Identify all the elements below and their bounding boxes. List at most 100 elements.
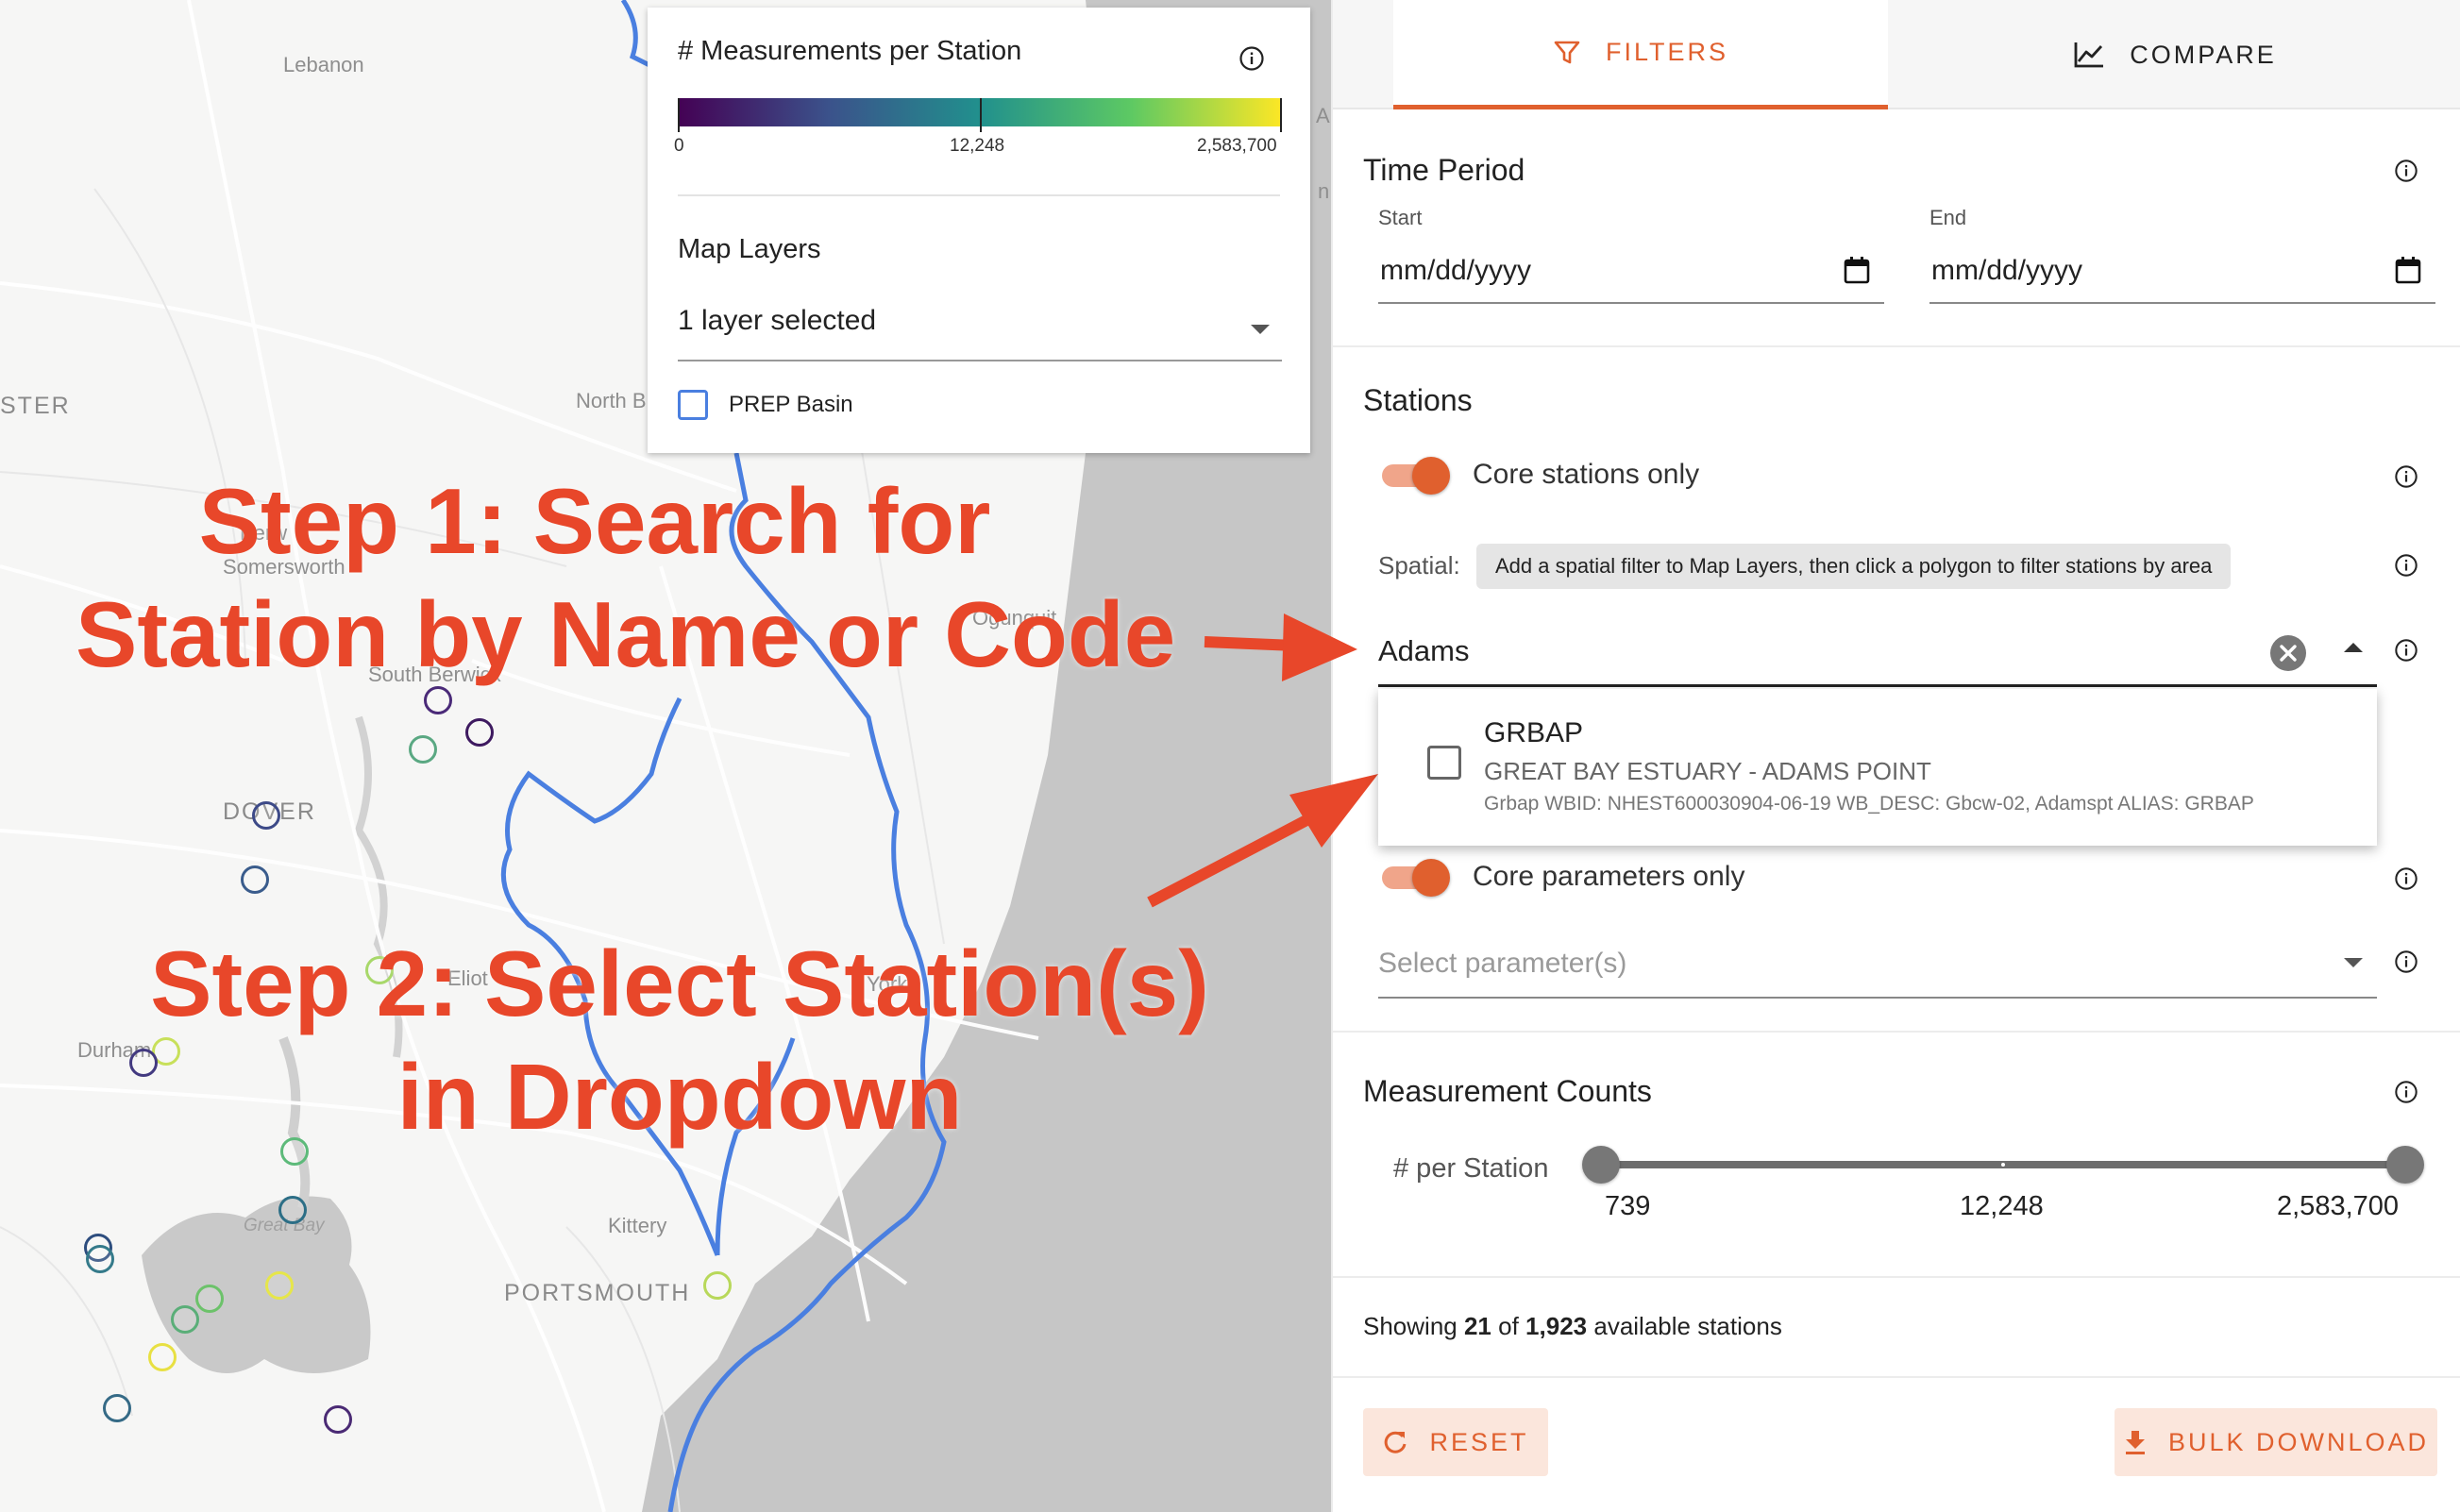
tab-filters-label: FILTERS [1605,38,1728,66]
place-label-north-berwick: North B [576,389,647,412]
station-marker[interactable] [252,801,280,830]
bulk-download-button[interactable]: BULK DOWNLOAD [2115,1408,2437,1476]
summary-prefix: Showing [1363,1312,1457,1340]
place-label-portsmouth: PORTSMOUTH [504,1280,691,1306]
summary-total-count: 1,923 [1525,1312,1588,1340]
station-option-checkbox[interactable] [1427,746,1461,780]
filter-icon [1554,41,1580,63]
info-icon[interactable] [2394,553,2418,578]
time-period-title: Time Period [1363,153,1525,187]
caret-up-icon[interactable] [2343,642,2364,653]
clear-circle-icon[interactable] [2269,634,2307,672]
colorbar-tick [1280,98,1282,132]
step1-line1: Step 1: Search for [198,469,991,573]
station-marker[interactable] [324,1405,352,1434]
info-icon[interactable] [2394,949,2418,974]
start-date-value: mm/dd/yyyy [1380,255,1532,286]
end-date-value: mm/dd/yyyy [1931,255,2083,286]
tab-compare[interactable]: COMPARE [1888,0,2460,109]
map-layers-select[interactable]: 1 layer selected [678,305,1282,361]
station-marker[interactable] [278,1196,307,1224]
colorbar-mid-label: 12,248 [950,136,1005,156]
per-station-label: # per Station [1393,1153,1549,1184]
slider-max-handle[interactable] [2386,1146,2424,1184]
place-label-kittery: Kittery [608,1214,667,1237]
tab-compare-label: COMPARE [2130,40,2277,69]
info-icon[interactable] [2394,638,2418,663]
spatial-label: Spatial: [1378,551,1460,580]
map-view[interactable]: Lebanon STER North B Berw Somersworth Og… [0,0,1331,1512]
refresh-icon [1385,1431,1407,1453]
section-divider [1333,1376,2460,1378]
step1-line2: Station by Name or Code [76,582,1176,686]
colorbar-tick [980,98,982,132]
colorbar-max-label: 2,583,700 [1197,136,1277,156]
slider-max-value: 2,583,700 [2277,1191,2400,1221]
parameter-select[interactable]: Select parameter(s) [1378,934,2377,999]
tab-filters[interactable]: FILTERS [1393,0,1888,109]
station-marker[interactable] [148,1343,177,1371]
layer-checkbox[interactable] [678,390,708,420]
place-label-edge-a: A [1316,104,1330,127]
colorbar-min-label: 0 [674,136,684,156]
legend-divider [678,194,1280,196]
station-option-description: Grbap WBID: NHEST600030904-06-19 WB_DESC… [1484,793,2254,815]
summary-of: of [1498,1312,1519,1340]
place-label-edge-n: n [1318,179,1330,203]
station-search-input[interactable]: Adams [1378,623,2377,687]
legend-title: # Measurements per Station [678,36,1022,66]
caret-down-icon [2344,958,2363,967]
slider-min-handle[interactable] [1582,1146,1620,1184]
start-date-input[interactable]: mm/dd/yyyy [1378,247,1884,304]
station-option[interactable]: GRBAP GREAT BAY ESTUARY - ADAMS POINT Gr… [1378,689,2377,846]
calendar-icon[interactable] [1843,255,1871,285]
station-marker[interactable] [465,718,494,747]
step2-annotation: Step 2: Select Station(s) in Dropdown [57,927,1303,1153]
summary-suffix: available stations [1593,1312,1782,1340]
download-icon [2125,1431,2145,1454]
info-icon[interactable] [2394,866,2418,891]
core-parameters-toggle[interactable] [1380,859,1454,897]
station-count-summary: Showing 21 of 1,923 available stations [1363,1312,1782,1341]
step2-line2: in Dropdown [396,1045,963,1149]
station-marker[interactable] [171,1305,199,1334]
bulk-download-label: BULK DOWNLOAD [2167,1427,2430,1456]
caret-down-icon [1251,325,1270,334]
info-icon[interactable] [1238,45,1265,72]
colorbar-tick [678,98,680,132]
section-divider [1333,345,2460,347]
station-search-value: Adams [1378,634,1470,667]
reset-label: RESET [1429,1427,1529,1456]
layer-option-label: PREP Basin [729,392,853,417]
parameter-select-placeholder: Select parameter(s) [1378,948,1627,979]
station-dropdown: GRBAP GREAT BAY ESTUARY - ADAMS POINT Gr… [1378,689,2377,846]
place-label-lebanon: Lebanon [283,53,364,76]
station-marker[interactable] [703,1271,732,1300]
station-marker[interactable] [241,865,269,894]
info-icon[interactable] [2394,464,2418,489]
core-stations-label: Core stations only [1473,459,1700,490]
filter-panel: FILTERS COMPARE Time Period Start End mm… [1331,0,2460,1512]
slider-midpoint [2001,1163,2005,1167]
section-divider [1333,1031,2460,1033]
station-marker[interactable] [86,1245,114,1273]
core-parameters-label: Core parameters only [1473,861,1745,892]
info-icon[interactable] [2394,1080,2418,1104]
step1-annotation: Step 1: Search for Station by Name or Co… [76,464,1176,691]
info-icon[interactable] [2394,159,2418,183]
calendar-icon[interactable] [2394,255,2422,285]
reset-button[interactable]: RESET [1363,1408,1548,1476]
layer-option-prep-basin[interactable]: PREP Basin [678,390,853,420]
place-label-ster: STER [0,393,71,419]
end-date-input[interactable]: mm/dd/yyyy [1929,247,2435,304]
station-marker[interactable] [265,1271,294,1300]
spatial-filter-chip: Add a spatial filter to Map Layers, then… [1476,544,2232,589]
map-legend: # Measurements per Station 0 12,248 2,58… [648,8,1310,453]
end-date-label: End [1929,206,1967,229]
core-stations-toggle[interactable] [1380,457,1454,495]
station-marker[interactable] [103,1394,131,1422]
station-marker[interactable] [195,1285,224,1313]
line-chart-icon [2074,42,2104,68]
station-marker[interactable] [409,735,437,764]
slider-mid-value: 12,248 [1960,1191,2044,1221]
